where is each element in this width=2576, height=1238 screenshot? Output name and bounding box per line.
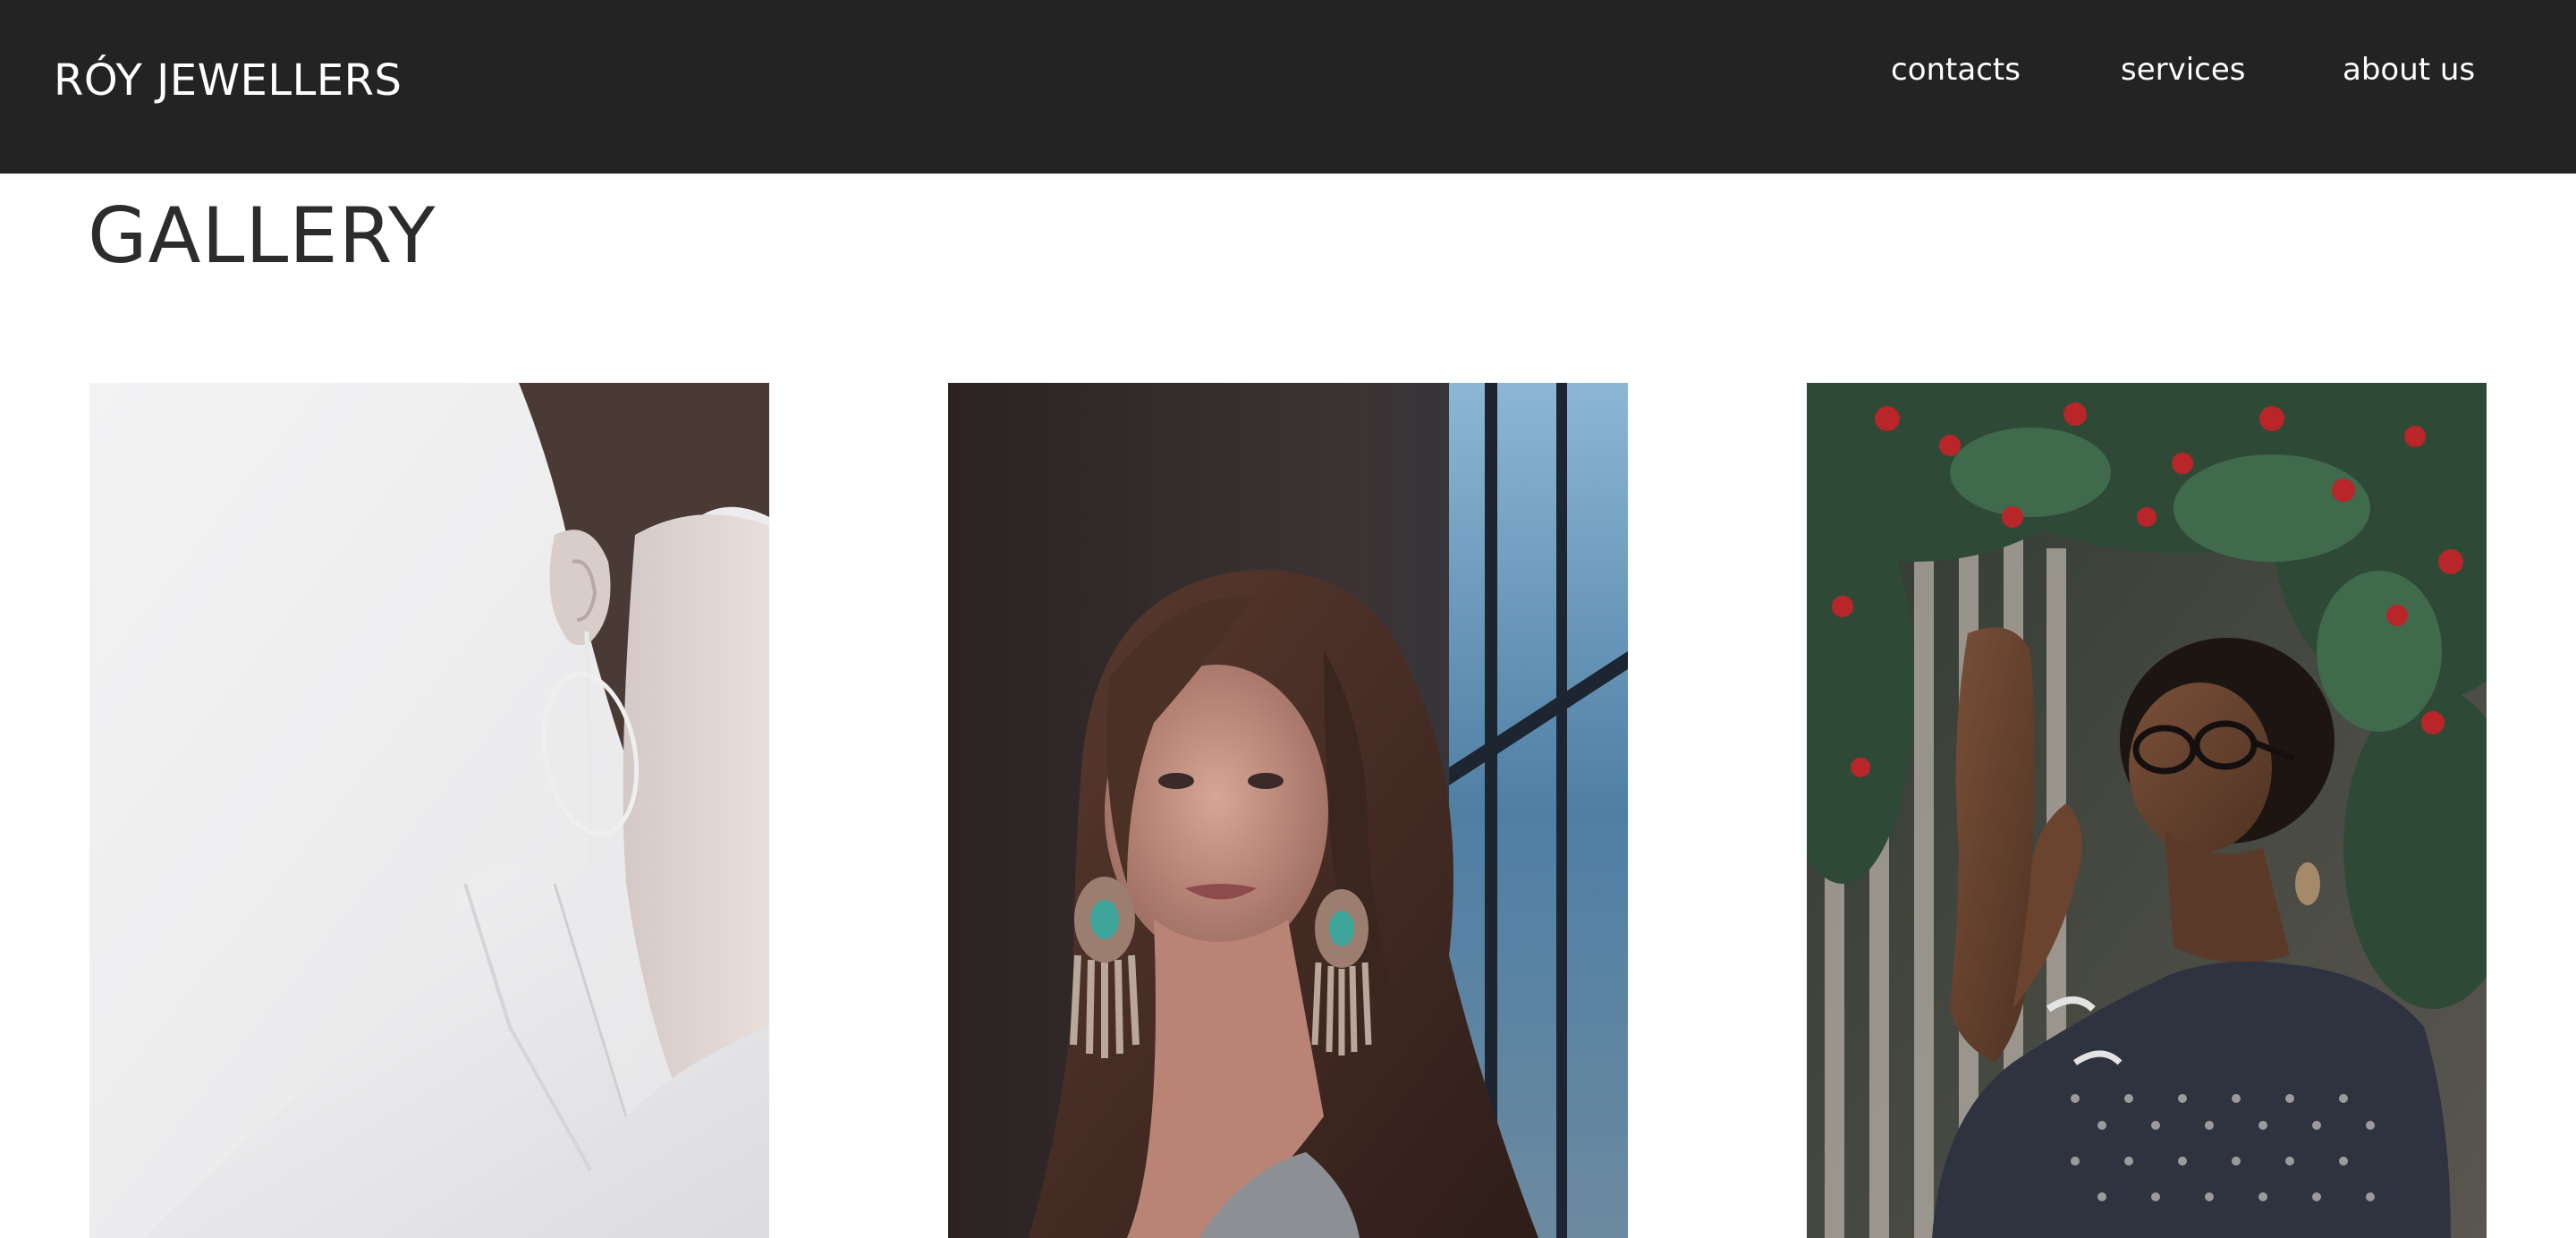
brand-logo[interactable]: RÓY JEWELLERS — [54, 52, 402, 109]
photo-hoop-earring — [89, 383, 769, 1238]
gallery-image-turquoise-earrings[interactable] — [948, 383, 1628, 1238]
photo-turquoise-earrings — [948, 383, 1628, 1238]
nav-link-services[interactable]: services — [2121, 48, 2246, 91]
gallery-image-flower-tree[interactable] — [1807, 383, 2487, 1238]
gallery-image-hoop-earring[interactable] — [89, 383, 769, 1238]
photo-flower-tree — [1807, 383, 2487, 1238]
nav-link-about-us[interactable]: about us — [2343, 48, 2475, 91]
page-title: GALLERY — [88, 191, 436, 281]
nav-link-contacts[interactable]: contacts — [1891, 48, 2021, 91]
site-header: RÓY JEWELLERS contacts services about us — [0, 0, 2576, 174]
